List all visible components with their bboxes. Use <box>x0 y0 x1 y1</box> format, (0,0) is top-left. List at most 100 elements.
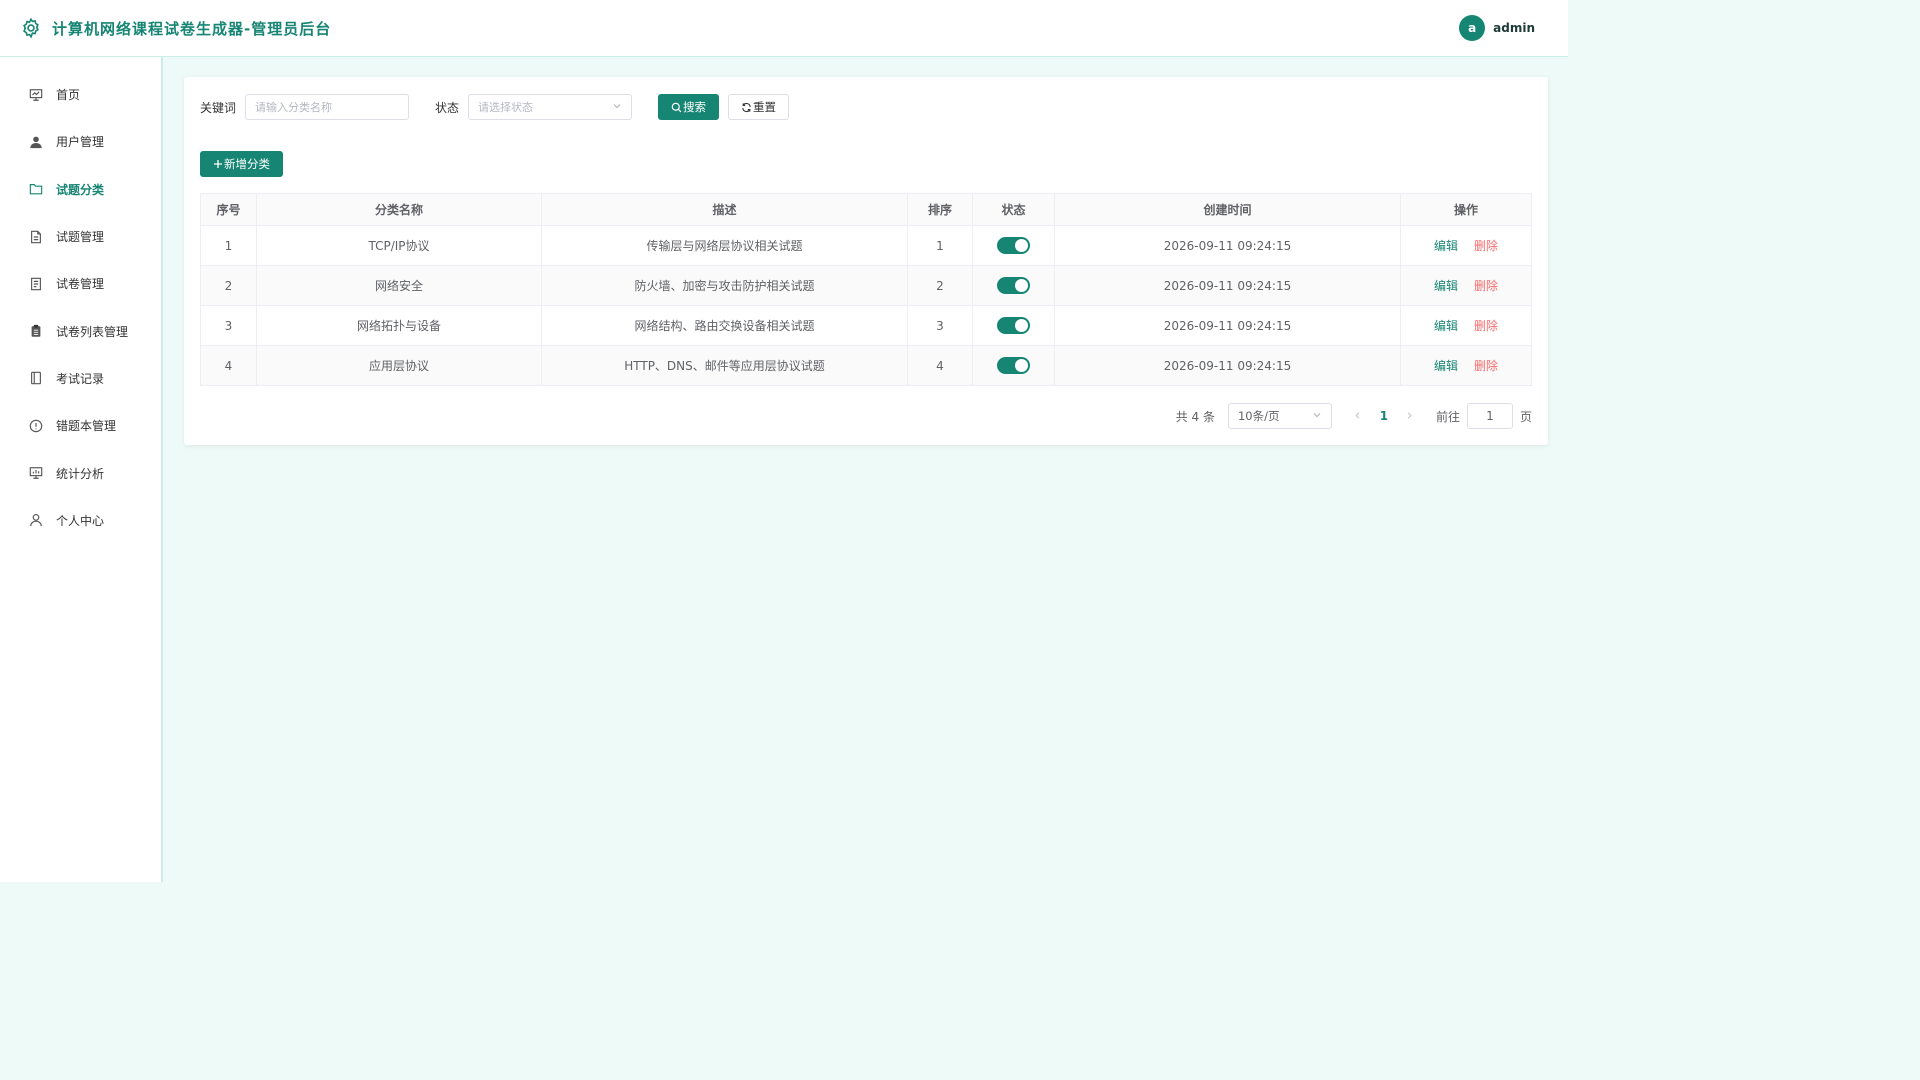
status-toggle[interactable] <box>997 357 1030 374</box>
toggle-knob <box>1015 239 1028 252</box>
cell-name: 应用层协议 <box>256 345 542 386</box>
status-label: 状态 <box>435 100 460 115</box>
notebook-icon <box>28 370 44 386</box>
status-toggle[interactable] <box>997 237 1030 254</box>
plus-icon <box>213 159 223 169</box>
col-header-status: 状态 <box>972 193 1055 226</box>
clipboard-icon <box>28 323 44 339</box>
sidebar-item-label: 首页 <box>56 88 81 103</box>
cell-name: TCP/IP协议 <box>256 225 542 266</box>
folder-icon <box>28 181 44 197</box>
sidebar-item-label: 个人中心 <box>56 513 105 528</box>
sidebar-item-questions[interactable]: 试题管理 <box>0 213 161 260</box>
cell-name: 网络安全 <box>256 265 542 306</box>
goto-label: 前往 <box>1435 409 1460 424</box>
table-row: 3 网络拓扑与设备 网络结构、路由交换设备相关试题 3 2026-09-11 0… <box>200 305 1532 346</box>
edit-button[interactable]: 编辑 <box>1434 279 1458 293</box>
edit-button[interactable]: 编辑 <box>1434 319 1458 333</box>
sidebar-item-exam-records[interactable]: 考试记录 <box>0 355 161 402</box>
app-title: 计算机网络课程试卷生成器-管理员后台 <box>52 19 332 38</box>
status-select[interactable]: 请选择状态 <box>468 94 633 120</box>
col-header-desc: 描述 <box>541 193 908 226</box>
sidebar-item-question-category[interactable]: 试题分类 <box>0 166 161 213</box>
presentation-icon <box>28 87 44 103</box>
next-page-icon[interactable] <box>1397 409 1423 423</box>
edit-button[interactable]: 编辑 <box>1434 239 1458 253</box>
table-row: 1 TCP/IP协议 传输层与网络层协议相关试题 1 2026-09-11 09… <box>200 225 1532 266</box>
delete-button[interactable]: 删除 <box>1474 359 1498 373</box>
table-row: 2 网络安全 防火墙、加密与攻击防护相关试题 2 2026-09-11 09:2… <box>200 265 1532 306</box>
delete-button[interactable]: 删除 <box>1474 279 1498 293</box>
cell-index: 1 <box>200 225 257 266</box>
search-button-label: 搜索 <box>683 100 707 114</box>
sidebar-item-label: 统计分析 <box>56 466 105 481</box>
keyword-input[interactable]: 请输入分类名称 <box>245 94 410 120</box>
col-header-index: 序号 <box>200 193 257 226</box>
reset-button[interactable]: 重置 <box>728 94 790 120</box>
toggle-knob <box>1015 319 1028 332</box>
sidebar-item-label: 试题管理 <box>56 230 105 245</box>
delete-button[interactable]: 删除 <box>1474 319 1498 333</box>
cell-sort: 1 <box>907 225 973 266</box>
cell-desc: 防火墙、加密与攻击防护相关试题 <box>541 265 908 306</box>
sidebar-item-papers[interactable]: 试卷管理 <box>0 260 161 307</box>
search-icon <box>671 102 682 113</box>
pagination: 共 4 条 10条/页 1 前往 1 页 <box>1176 403 1532 429</box>
delete-button[interactable]: 删除 <box>1474 239 1498 253</box>
col-header-created: 创建时间 <box>1054 193 1401 226</box>
add-category-button[interactable]: 新增分类 <box>200 151 283 177</box>
col-header-actions: 操作 <box>1400 193 1532 226</box>
add-category-label: 新增分类 <box>224 157 270 171</box>
sidebar-item-label: 用户管理 <box>56 135 105 150</box>
table-header-row: 序号 分类名称 描述 排序 状态 创建时间 操作 <box>200 193 1532 226</box>
page-size-select[interactable]: 10条/页 <box>1227 403 1332 429</box>
chevron-down-icon <box>1312 409 1322 423</box>
sidebar-item-statistics[interactable]: 统计分析 <box>0 449 161 496</box>
sidebar-item-profile[interactable]: 个人中心 <box>0 497 161 544</box>
document-list-icon <box>28 276 44 292</box>
cell-sort: 4 <box>907 345 973 386</box>
sidebar-item-paper-list[interactable]: 试卷列表管理 <box>0 307 161 354</box>
table-row: 4 应用层协议 HTTP、DNS、邮件等应用层协议试题 4 2026-09-11… <box>200 345 1532 386</box>
gear-icon <box>20 17 42 39</box>
prev-page-icon[interactable] <box>1345 409 1371 423</box>
col-header-sort: 排序 <box>907 193 973 226</box>
cell-sort: 3 <box>907 305 973 346</box>
col-header-name: 分类名称 <box>256 193 542 226</box>
edit-button[interactable]: 编辑 <box>1434 359 1458 373</box>
sidebar-item-wrong-book[interactable]: 错题本管理 <box>0 402 161 449</box>
sidebar-item-label: 试卷管理 <box>56 277 105 292</box>
page-size-value: 10条/页 <box>1237 409 1280 423</box>
cell-name: 网络拓扑与设备 <box>256 305 542 346</box>
sidebar-item-home[interactable]: 首页 <box>0 71 161 118</box>
cell-index: 3 <box>200 305 257 346</box>
avatar[interactable]: a <box>1459 15 1486 41</box>
page-number[interactable]: 1 <box>1371 409 1397 423</box>
chart-board-icon <box>28 465 44 481</box>
sidebar-item-label: 错题本管理 <box>56 419 117 434</box>
toggle-knob <box>1015 359 1028 372</box>
cell-index: 2 <box>200 265 257 306</box>
cell-created: 2026-09-11 09:24:15 <box>1054 225 1401 266</box>
sidebar-item-label: 试题分类 <box>56 182 105 197</box>
toggle-knob <box>1015 279 1028 292</box>
sidebar: 首页 用户管理 试题分类 试题管理 试卷管理 试卷列表管理 考试记录 错题本管理… <box>0 57 163 882</box>
username[interactable]: admin <box>1493 21 1535 35</box>
search-button[interactable]: 搜索 <box>658 94 720 120</box>
document-icon <box>28 229 44 245</box>
warning-circle-icon <box>28 418 44 434</box>
goto-page-input[interactable]: 1 <box>1466 403 1513 429</box>
cell-index: 4 <box>200 345 257 386</box>
user-icon <box>28 134 44 150</box>
reset-button-label: 重置 <box>753 100 777 114</box>
status-toggle[interactable] <box>997 317 1030 334</box>
chevron-down-icon <box>612 101 622 114</box>
status-toggle[interactable] <box>997 277 1030 294</box>
cell-desc: HTTP、DNS、邮件等应用层协议试题 <box>541 345 908 386</box>
user-menu[interactable]: a admin <box>1459 15 1535 41</box>
sidebar-item-label: 试卷列表管理 <box>56 324 129 339</box>
content-card: 关键词 请输入分类名称 状态 请选择状态 搜索 重置 新增分类 序号 分类名称 … <box>184 77 1548 445</box>
cell-created: 2026-09-11 09:24:15 <box>1054 345 1401 386</box>
sidebar-item-users[interactable]: 用户管理 <box>0 118 161 165</box>
total-count: 共 4 条 <box>1175 409 1215 424</box>
